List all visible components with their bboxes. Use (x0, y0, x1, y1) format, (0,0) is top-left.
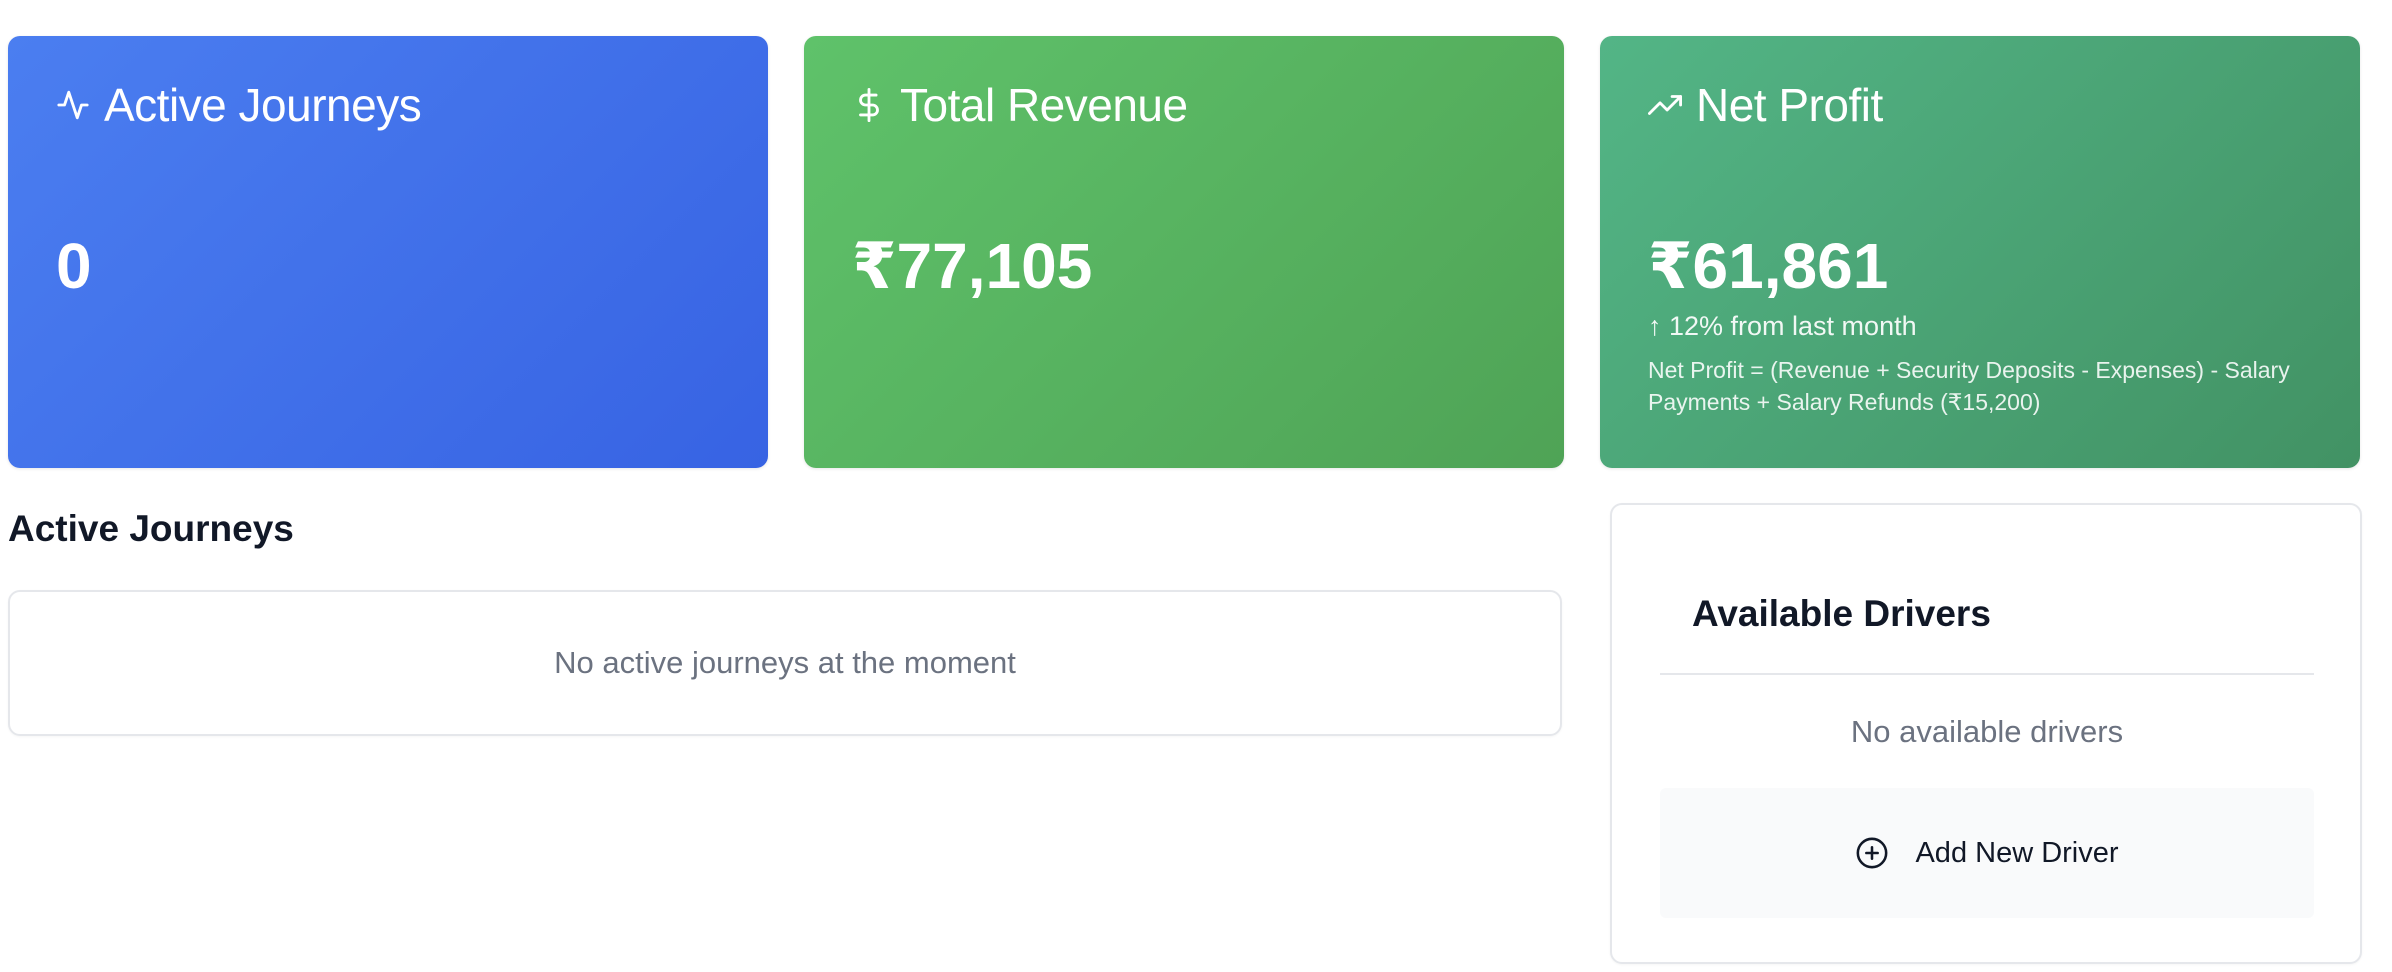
dollar-icon (852, 88, 886, 122)
net-profit-card-title: Net Profit (1696, 79, 1883, 131)
active-journeys-card: Active Journeys 0 (8, 36, 768, 468)
active-journeys-card-header: Active Journeys (56, 79, 422, 131)
dashboard: Active Journeys 0 Total Revenue ₹77,105 (0, 0, 2392, 972)
active-journeys-card-title: Active Journeys (104, 79, 422, 131)
total-revenue-card-header: Total Revenue (852, 82, 1188, 128)
net-profit-value: ₹61,861 (1648, 230, 1889, 302)
active-journeys-heading: Active Journeys (8, 508, 294, 549)
available-drivers-panel: Available Drivers No available drivers A… (1610, 503, 2362, 964)
net-profit-card: Net Profit ₹61,861 ↑ 12% from last month… (1600, 36, 2360, 468)
available-drivers-heading: Available Drivers (1692, 593, 1991, 634)
net-profit-formula: Net Profit = (Revenue + Security Deposit… (1648, 357, 2290, 415)
add-new-driver-label: Add New Driver (1915, 836, 2119, 869)
divider (1660, 673, 2314, 675)
total-revenue-card: Total Revenue ₹77,105 (804, 36, 1564, 468)
plus-circle-icon (1855, 836, 1889, 870)
add-new-driver-button[interactable]: Add New Driver (1660, 788, 2314, 918)
active-journeys-empty-text: No active journeys at the moment (554, 645, 1016, 680)
net-profit-card-header: Net Profit (1648, 82, 1883, 128)
active-journeys-count: 0 (56, 230, 92, 302)
activity-icon (56, 88, 90, 122)
available-drivers-empty-text: No available drivers (1850, 714, 2124, 749)
active-journeys-empty-state: No active journeys at the moment (8, 590, 1562, 736)
total-revenue-card-title: Total Revenue (900, 79, 1188, 131)
total-revenue-value: ₹77,105 (852, 230, 1093, 302)
trending-up-icon (1648, 88, 1682, 122)
net-profit-trend: ↑ 12% from last month (1648, 311, 1917, 341)
